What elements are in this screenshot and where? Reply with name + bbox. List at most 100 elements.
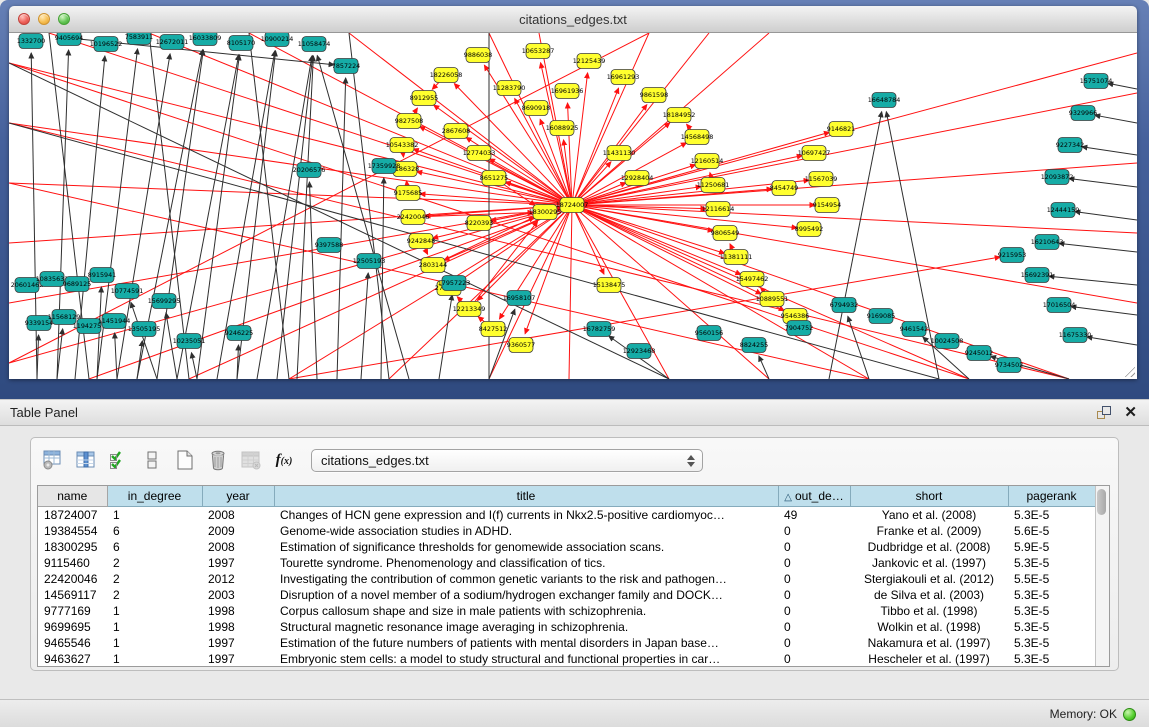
- table-row[interactable]: 2242004622012Investigating the contribut…: [38, 571, 1095, 587]
- cell-name[interactable]: 19384554: [38, 523, 107, 539]
- cell-in_degree[interactable]: 1: [107, 603, 202, 619]
- graph-node[interactable]: 9827508: [395, 114, 423, 129]
- column-header-in_degree[interactable]: in_degree: [107, 486, 202, 506]
- graph-node[interactable]: 15497462: [736, 272, 769, 287]
- cell-in_degree[interactable]: 2: [107, 555, 202, 571]
- cell-title[interactable]: Investigating the contribution of common…: [274, 571, 778, 587]
- graph-node[interactable]: 17359928: [368, 159, 401, 174]
- column-header-pagerank[interactable]: pagerank: [1008, 486, 1095, 506]
- cell-pagerank[interactable]: 5.3E-5: [1008, 555, 1095, 571]
- graph-node[interactable]: 8915941: [88, 268, 116, 283]
- cell-out_degree[interactable]: 0: [778, 635, 850, 651]
- cell-short[interactable]: Dudbridge et al. (2008): [850, 539, 1008, 555]
- cell-name[interactable]: 18724007: [38, 506, 107, 523]
- graph-node[interactable]: 11675330: [1059, 328, 1092, 343]
- cell-in_degree[interactable]: 2: [107, 571, 202, 587]
- minimize-window-button[interactable]: [38, 13, 50, 25]
- column-header-out_degree[interactable]: △out_de…: [778, 486, 850, 506]
- graph-node[interactable]: 11451944: [98, 314, 131, 329]
- graph-node[interactable]: 8824255: [740, 338, 768, 353]
- graph-node[interactable]: 17957223: [438, 276, 471, 291]
- cell-year[interactable]: 2003: [202, 587, 274, 603]
- cell-pagerank[interactable]: 5.3E-5: [1008, 635, 1095, 651]
- cell-out_degree[interactable]: 0: [778, 539, 850, 555]
- graph-node[interactable]: 11250681: [697, 178, 730, 193]
- cell-short[interactable]: Hescheler et al. (1997): [850, 651, 1008, 667]
- table-row[interactable]: 977716911998Corpus callosum shape and si…: [38, 603, 1095, 619]
- cell-short[interactable]: Jankovic et al. (1997): [850, 555, 1008, 571]
- graph-node[interactable]: 10653287: [522, 44, 555, 59]
- graph-node[interactable]: 7857224: [332, 59, 360, 74]
- cell-year[interactable]: 1997: [202, 555, 274, 571]
- graph-node[interactable]: 2803144: [419, 258, 447, 273]
- graph-node[interactable]: 18184952: [663, 108, 696, 123]
- graph-node[interactable]: 16033809: [189, 33, 222, 46]
- cell-pagerank[interactable]: 5.6E-5: [1008, 523, 1095, 539]
- graph-node[interactable]: 7904752: [785, 321, 813, 336]
- zoom-window-button[interactable]: [58, 13, 70, 25]
- graph-node[interactable]: 12444159: [1047, 203, 1080, 218]
- table-row[interactable]: 1456911722003Disruption of a novel membe…: [38, 587, 1095, 603]
- cell-year[interactable]: 1998: [202, 603, 274, 619]
- memory-status-indicator[interactable]: [1123, 708, 1136, 721]
- graph-node[interactable]: 11567039: [805, 172, 838, 187]
- graph-node[interactable]: 10697427: [798, 146, 831, 161]
- cell-pagerank[interactable]: 5.3E-5: [1008, 651, 1095, 667]
- graph-node[interactable]: 9242848: [407, 234, 435, 249]
- cell-in_degree[interactable]: 1: [107, 619, 202, 635]
- cell-name[interactable]: 9777169: [38, 603, 107, 619]
- graph-node[interactable]: 7583911: [125, 33, 153, 45]
- graph-node[interactable]: 9169085: [867, 309, 895, 324]
- cell-short[interactable]: Yano et al. (2008): [850, 506, 1008, 523]
- network-canvas[interactable]: 1872400798860381822605889129559827508105…: [9, 33, 1137, 379]
- graph-node[interactable]: 10543382: [386, 138, 419, 153]
- cell-pagerank[interactable]: 5.3E-5: [1008, 506, 1095, 523]
- cell-title[interactable]: Structural magnetic resonance image aver…: [274, 619, 778, 635]
- graph-node[interactable]: 1332700: [17, 34, 45, 49]
- graph-node[interactable]: 11381111: [720, 250, 753, 265]
- graph-node[interactable]: 17016504: [1043, 298, 1076, 313]
- cell-year[interactable]: 2012: [202, 571, 274, 587]
- graph-node[interactable]: 16088925: [546, 121, 579, 136]
- cell-out_degree[interactable]: 0: [778, 555, 850, 571]
- graph-node[interactable]: 10235051: [173, 334, 206, 349]
- cell-short[interactable]: Franke et al. (2009): [850, 523, 1008, 539]
- table-source-dropdown[interactable]: citations_edges.txt: [311, 449, 703, 472]
- graph-node[interactable]: 9461542: [900, 322, 928, 337]
- function-builder-icon[interactable]: f(x): [272, 448, 296, 472]
- column-header-short[interactable]: short: [850, 486, 1008, 506]
- graph-node[interactable]: 9560156: [695, 326, 723, 341]
- graph-node[interactable]: 16782759: [583, 322, 616, 337]
- graph-node[interactable]: 12505193: [353, 254, 386, 269]
- cell-short[interactable]: Wolkin et al. (1998): [850, 619, 1008, 635]
- graph-node[interactable]: 16961293: [607, 70, 640, 85]
- network-titlebar[interactable]: citations_edges.txt: [9, 6, 1137, 33]
- graph-node[interactable]: 9215953: [998, 248, 1026, 263]
- graph-node[interactable]: 9405694: [55, 33, 83, 46]
- cell-out_degree[interactable]: 0: [778, 651, 850, 667]
- graph-node[interactable]: 22420046: [397, 210, 430, 225]
- graph-node[interactable]: 15699295: [148, 294, 181, 309]
- graph-node[interactable]: 16648784: [868, 93, 901, 108]
- close-panel-icon[interactable]: ✕: [1124, 405, 1137, 420]
- graph-node[interactable]: 9734502: [995, 358, 1023, 373]
- cell-title[interactable]: Estimation of the future numbers of pati…: [274, 635, 778, 651]
- cell-year[interactable]: 1997: [202, 635, 274, 651]
- cell-title[interactable]: Changes of HCN gene expression and I(f) …: [274, 506, 778, 523]
- graph-node[interactable]: 12213349: [453, 302, 486, 317]
- graph-node[interactable]: 9245012: [965, 346, 993, 361]
- graph-node[interactable]: 10196522: [90, 37, 123, 52]
- cell-name[interactable]: 22420046: [38, 571, 107, 587]
- graph-node[interactable]: 18226058: [430, 68, 463, 83]
- table-row[interactable]: 946554611997Estimation of the future num…: [38, 635, 1095, 651]
- table-settings-icon[interactable]: [41, 448, 65, 472]
- cell-pagerank[interactable]: 5.9E-5: [1008, 539, 1095, 555]
- cell-out_degree[interactable]: 0: [778, 619, 850, 635]
- graph-node[interactable]: 18300295: [529, 205, 562, 220]
- graph-node[interactable]: 16958107: [503, 291, 536, 306]
- graph-node[interactable]: 16961936: [551, 84, 584, 99]
- cell-year[interactable]: 2009: [202, 523, 274, 539]
- table-row[interactable]: 1830029562008Estimation of significance …: [38, 539, 1095, 555]
- graph-node[interactable]: 9246225: [225, 326, 253, 341]
- new-document-icon[interactable]: [173, 448, 197, 472]
